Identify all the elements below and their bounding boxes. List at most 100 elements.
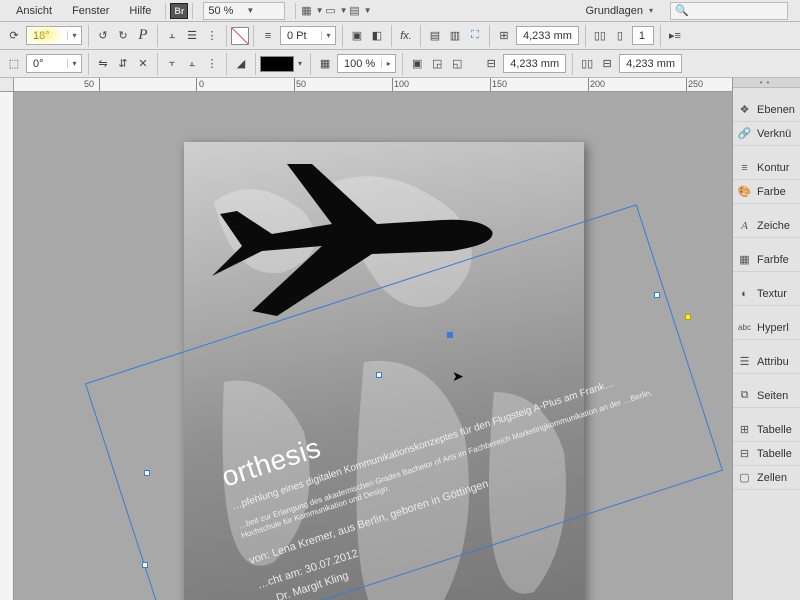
horizontal-ruler[interactable]: 0 50 50 100 150 200 250 xyxy=(14,78,732,92)
gutter-field[interactable]: 4,233 mm xyxy=(619,54,682,73)
wrap-none-icon[interactable]: ▣ xyxy=(347,26,367,46)
align-top-icon[interactable]: ⫠ xyxy=(162,26,182,46)
panel-label: Zellen xyxy=(757,472,787,484)
stroke-icon: ≡ xyxy=(737,160,752,175)
panel-color[interactable]: 🎨Farbe xyxy=(733,180,800,204)
textwrap-icon: ◐ xyxy=(737,286,752,301)
vertical-ruler[interactable] xyxy=(0,92,14,600)
selection-handle-center[interactable] xyxy=(447,332,453,338)
character-icon: A xyxy=(737,218,752,233)
arrange-docs-button[interactable]: ▤▼ xyxy=(349,2,371,20)
panel-layers[interactable]: ❖Ebenen xyxy=(733,98,800,122)
table2-icon: ⊟ xyxy=(737,446,752,461)
fit-b-icon[interactable]: ◲ xyxy=(427,54,447,74)
panel-stroke[interactable]: ≡ Kontur xyxy=(733,156,800,180)
panel-textwrap[interactable]: ◐Textur xyxy=(733,282,800,306)
fit-content-icon[interactable]: ▤ xyxy=(425,26,445,46)
panel-attributes[interactable]: ☰Attribu xyxy=(733,350,800,374)
flip-h-icon[interactable]: ⇋ xyxy=(93,54,113,74)
fit-frame-icon[interactable]: ▥ xyxy=(445,26,465,46)
attributes-icon: ☰ xyxy=(737,354,752,369)
gutter-value: 4,233 mm xyxy=(620,58,681,70)
view-options-button[interactable]: ▦▼ xyxy=(301,2,323,20)
align-h-icon[interactable]: ⫟ xyxy=(162,54,182,74)
distribute-icon[interactable]: ⋮ xyxy=(202,26,222,46)
workspace-switcher[interactable]: Grundlagen ▾ xyxy=(576,2,662,20)
panel-links[interactable]: 🔗Verknü xyxy=(733,122,800,146)
search-field[interactable]: 🔍 xyxy=(670,2,788,20)
panel-hyperlinks[interactable]: abcHyperl xyxy=(733,316,800,340)
menu-window[interactable]: Fenster xyxy=(62,2,119,20)
zoom-value: 50 % xyxy=(208,5,242,17)
panel-cell-styles[interactable]: ▢ Zellen xyxy=(733,466,800,490)
corner-icon[interactable]: ◢ xyxy=(231,54,251,74)
rotation-angle-field[interactable]: 18°▾ xyxy=(26,26,82,45)
stroke-value: 0 Pt xyxy=(281,30,321,42)
cell-icon: ▢ xyxy=(737,470,752,485)
shear-value: 0° xyxy=(27,58,67,70)
separator xyxy=(157,25,158,47)
ruler-tick: 200 xyxy=(590,79,605,89)
more-options-icon[interactable]: ▸≡ xyxy=(665,26,685,46)
rotation-handle[interactable] xyxy=(685,314,691,320)
align-middle-icon[interactable]: ☰ xyxy=(182,26,202,46)
selection-handle[interactable] xyxy=(142,562,148,568)
fit-c-icon[interactable]: ◱ xyxy=(447,54,467,74)
stroke-style-swatch[interactable] xyxy=(260,56,294,72)
chevron-down-icon: ▾ xyxy=(67,59,81,68)
fit-a-icon[interactable]: ▣ xyxy=(407,54,427,74)
separator xyxy=(226,25,227,47)
panel-table-styles[interactable]: ⊞Tabelle xyxy=(733,418,800,442)
separator xyxy=(660,25,661,47)
stroke-weight-icon: ≡ xyxy=(258,26,278,46)
selection-handle[interactable] xyxy=(376,372,382,378)
separator xyxy=(342,25,343,47)
panel-pages[interactable]: ⧉Seiten xyxy=(733,384,800,408)
drop-cap-icon[interactable]: P xyxy=(133,26,153,46)
effects-icon[interactable]: fx. xyxy=(396,26,416,46)
selection-handle[interactable] xyxy=(144,470,150,476)
ruler-tick: 50 xyxy=(84,79,94,89)
flip-v-icon[interactable]: ⇵ xyxy=(113,54,133,74)
zoom-level-combo[interactable]: 50 % ▼ xyxy=(203,2,285,20)
x-coord-field[interactable]: 4,233 mm xyxy=(516,26,579,45)
rotate-ccw-icon[interactable]: ↺ xyxy=(93,26,113,46)
chevron-down-icon: ▼ xyxy=(246,6,280,15)
dock-collapse-button[interactable]: •• xyxy=(733,78,800,88)
ruler-origin[interactable] xyxy=(0,78,14,92)
panel-table[interactable]: ⊟Tabelle xyxy=(733,442,800,466)
rotate-cw-icon[interactable]: ↻ xyxy=(113,26,133,46)
panel-character[interactable]: AZeiche xyxy=(733,214,800,238)
selection-handle[interactable] xyxy=(654,292,660,298)
screen-mode-button[interactable]: ▭▼ xyxy=(325,2,347,20)
gutter-icon[interactable]: ▯▯ xyxy=(577,54,597,74)
panel-label: Kontur xyxy=(757,162,789,174)
y-coord-field[interactable]: 4,233 mm xyxy=(503,54,566,73)
separator xyxy=(157,53,158,75)
divider xyxy=(165,3,166,19)
chevron-down-icon: ▾ xyxy=(298,59,302,68)
ruler-tick: 50 xyxy=(296,79,306,89)
align-v-icon[interactable]: ⫠ xyxy=(182,54,202,74)
clear-transform-icon[interactable]: ✕ xyxy=(133,54,153,74)
panel-label: Hyperl xyxy=(757,322,789,334)
opacity-field[interactable]: 100 %▸ xyxy=(337,54,396,73)
stroke-none-swatch[interactable] xyxy=(231,27,249,45)
panel-swatches[interactable]: ▦Farbfe xyxy=(733,248,800,272)
menu-help[interactable]: Hilfe xyxy=(119,2,161,20)
ruler-tick: 100 xyxy=(394,79,409,89)
columns-field[interactable]: 1 xyxy=(632,26,654,45)
stroke-weight-field[interactable]: 0 Pt▾ xyxy=(280,26,336,45)
chevron-down-icon: ▼ xyxy=(340,6,348,15)
center-content-icon[interactable]: ⛶ xyxy=(465,26,485,46)
menu-view[interactable]: Ansicht xyxy=(6,2,62,20)
wrap-around-icon[interactable]: ◧ xyxy=(367,26,387,46)
columns-value: 1 xyxy=(633,30,653,42)
distribute-v-icon[interactable]: ⋮ xyxy=(202,54,222,74)
canvas[interactable]: orthesis …pfehlung eines digitalen Kommu… xyxy=(14,92,732,600)
bridge-button[interactable]: Br xyxy=(170,3,188,19)
chevron-right-icon: ▸ xyxy=(381,59,395,68)
shear-angle-field[interactable]: 0°▾ xyxy=(26,54,82,73)
columns-icon[interactable]: ▯▯ xyxy=(590,26,610,46)
opacity-value: 100 % xyxy=(338,58,381,70)
